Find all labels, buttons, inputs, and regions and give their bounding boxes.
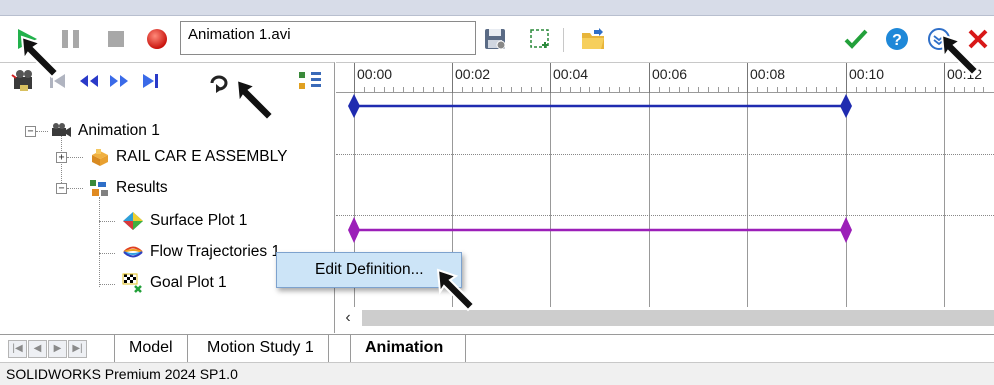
stop-icon[interactable] xyxy=(103,26,129,52)
filename-field[interactable]: Animation 1.avi xyxy=(180,21,476,55)
next-tab-icon[interactable]: ▶ xyxy=(48,340,67,358)
tick-label: 00:06 xyxy=(652,66,688,82)
collapse-toggle[interactable]: − xyxy=(25,126,36,137)
tree-item-label: Flow Trajectories 1 xyxy=(150,243,281,260)
tick-label: 00:00 xyxy=(357,66,393,82)
tree-item-label: RAIL CAR E ASSEMBLY xyxy=(116,148,288,165)
open-folder-icon[interactable] xyxy=(580,26,606,52)
tree-item-label: Surface Plot 1 xyxy=(150,212,248,229)
ruler-major-tick xyxy=(452,63,453,93)
tree-item-surface-plot[interactable]: Surface Plot 1 xyxy=(122,208,247,234)
ruler-major-tick xyxy=(846,63,847,93)
tree-item-results[interactable]: Results xyxy=(88,175,168,201)
select-area-icon[interactable] xyxy=(527,26,553,52)
tree-options-icon[interactable] xyxy=(297,69,323,93)
arrow-cursor-icon xyxy=(20,35,60,79)
status-bar: SOLIDWORKS Premium 2024 SP1.0 xyxy=(0,362,994,385)
save-icon[interactable] xyxy=(482,26,508,52)
ruler-major-tick xyxy=(747,63,748,93)
step-back-icon[interactable] xyxy=(76,69,102,93)
tree-item-label: Animation 1 xyxy=(78,122,160,139)
ruler-major-tick xyxy=(354,63,355,93)
arrow-cursor-icon xyxy=(235,78,275,122)
tree-item-animation[interactable]: Animation 1 xyxy=(50,118,160,144)
go-to-end-icon[interactable] xyxy=(138,69,162,93)
ruler-major-tick xyxy=(550,63,551,93)
tab-model[interactable]: Model xyxy=(114,335,188,363)
arrow-cursor-icon xyxy=(940,33,980,77)
tree-connector xyxy=(67,157,83,158)
loop-icon[interactable] xyxy=(205,69,233,93)
toolbar-separator xyxy=(563,28,564,52)
record-icon[interactable] xyxy=(144,26,170,52)
svg-text:?: ? xyxy=(892,32,902,49)
tree-connector xyxy=(36,131,48,132)
scroll-left-icon[interactable]: ‹ xyxy=(336,307,360,329)
tab-navigation: |◀ ◀ ▶ ▶| xyxy=(8,340,88,358)
prev-tab-icon[interactable]: ◀ xyxy=(28,340,47,358)
checkmark-icon[interactable] xyxy=(843,26,869,52)
goal-plot-icon xyxy=(122,273,142,293)
first-tab-icon[interactable]: |◀ xyxy=(8,340,27,358)
context-menu: Edit Definition... xyxy=(276,252,462,288)
tree-connector xyxy=(67,188,83,189)
tick-label: 00:02 xyxy=(455,66,491,82)
tree-connector xyxy=(99,284,115,285)
tab-motion-study[interactable]: Motion Study 1 xyxy=(193,335,329,363)
tree-connector xyxy=(99,221,115,222)
tree-item-label: Results xyxy=(116,179,168,196)
tree-connector xyxy=(99,197,100,287)
tree-connector xyxy=(99,253,115,254)
flow-trajectories-icon xyxy=(123,246,143,258)
step-forward-icon[interactable] xyxy=(106,69,132,93)
tree-item-flow-trajectories[interactable]: Flow Trajectories 1 xyxy=(122,239,280,265)
assembly-icon xyxy=(92,149,108,166)
surface-plot-icon xyxy=(123,212,143,230)
animation-toolbar: Animation 1.avi ? xyxy=(0,16,994,62)
arrow-cursor-icon xyxy=(436,268,476,312)
keyframe-start[interactable] xyxy=(348,94,360,118)
tick-label: 00:08 xyxy=(750,66,786,82)
animation-tree-panel: − Animation 1 + RAIL CAR E ASSEMBLY − Re… xyxy=(0,62,335,333)
collapse-toggle[interactable]: − xyxy=(56,183,67,194)
tree-item-label: Goal Plot 1 xyxy=(150,274,227,291)
tick-label: 00:10 xyxy=(849,66,885,82)
help-icon[interactable]: ? xyxy=(884,26,910,52)
tab-animation[interactable]: Animation xyxy=(350,335,467,363)
timeline-scrollbar[interactable]: ‹ xyxy=(336,307,994,329)
results-icon xyxy=(90,180,108,196)
expand-toggle[interactable]: + xyxy=(56,152,67,163)
tree-item-assembly[interactable]: RAIL CAR E ASSEMBLY xyxy=(88,144,287,170)
time-ruler[interactable]: 00:00 00:02 00:04 00:06 00:08 00:10 00:1… xyxy=(336,63,994,93)
keyframe-end[interactable] xyxy=(840,217,852,243)
last-tab-icon[interactable]: ▶| xyxy=(68,340,87,358)
keyframe-end[interactable] xyxy=(840,94,852,118)
animation-node-icon xyxy=(52,123,71,137)
edit-definition-menu-item[interactable]: Edit Definition... xyxy=(315,261,424,278)
tree-item-goal-plot[interactable]: Goal Plot 1 xyxy=(122,270,227,296)
ruler-major-tick xyxy=(649,63,650,93)
study-tab-bar: |◀ ◀ ▶ ▶| Model Motion Study 1 Animation xyxy=(0,334,994,363)
tick-label: 00:04 xyxy=(553,66,589,82)
timeline-panel: 00:00 00:02 00:04 00:06 00:08 00:10 00:1… xyxy=(336,62,994,333)
animation-tracks xyxy=(348,94,852,243)
keyframe-start[interactable] xyxy=(348,217,360,243)
title-strip xyxy=(0,0,994,16)
